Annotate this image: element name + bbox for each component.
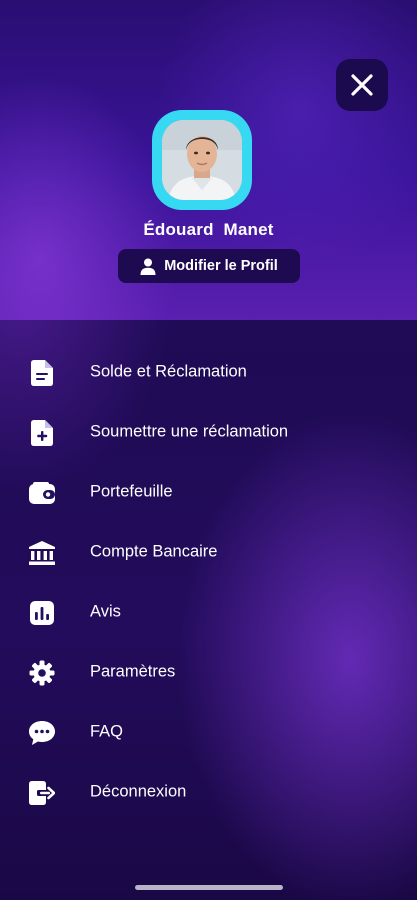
menu-item-deconnexion[interactable]: Déconnexion [0,762,417,822]
wallet-icon [28,479,56,507]
menu-item-label: Compte Bancaire [90,542,218,561]
chat-bubble-icon [28,719,56,747]
menu-item-compte-bancaire[interactable]: Compte Bancaire [0,522,417,582]
menu-item-faq[interactable]: FAQ [0,702,417,762]
menu-item-label: FAQ [90,722,124,741]
menu-item-soumettre-reclamation[interactable]: Soumettre une réclamation [0,402,417,462]
bank-icon [28,539,56,567]
menu-item-label: Déconnexion [90,782,187,801]
avatar-frame[interactable] [152,110,252,210]
document-plus-icon [28,419,56,447]
menu-item-portefeuille[interactable]: Portefeuille [0,462,417,522]
logout-icon [28,779,56,807]
document-icon [28,359,56,387]
close-button[interactable] [336,59,388,111]
menu-item-label: Paramètres [90,662,176,681]
menu-item-parametres[interactable]: Paramètres [0,642,417,702]
avatar [162,120,242,200]
home-indicator[interactable] [135,885,283,890]
menu-item-solde-reclamation[interactable]: Solde et Réclamation [0,342,417,402]
menu-item-label: Avis [90,602,121,621]
profile-header: Édouard Manet Modifier le Profil [0,0,417,320]
menu-item-label: Portefeuille [90,482,173,501]
gear-icon [28,659,56,687]
menu-item-avis[interactable]: Avis [0,582,417,642]
menu-screen: Édouard Manet Modifier le Profil Solde e… [0,0,417,900]
menu-item-label: Solde et Réclamation [90,362,247,381]
user-icon [140,258,156,275]
user-name: Édouard Manet [143,220,274,239]
menu-item-label: Soumettre une réclamation [90,422,289,441]
edit-profile-button[interactable]: Modifier le Profil [118,249,300,283]
edit-profile-label: Modifier le Profil [164,258,278,274]
close-icon [351,74,373,96]
chart-bars-icon [28,599,56,627]
